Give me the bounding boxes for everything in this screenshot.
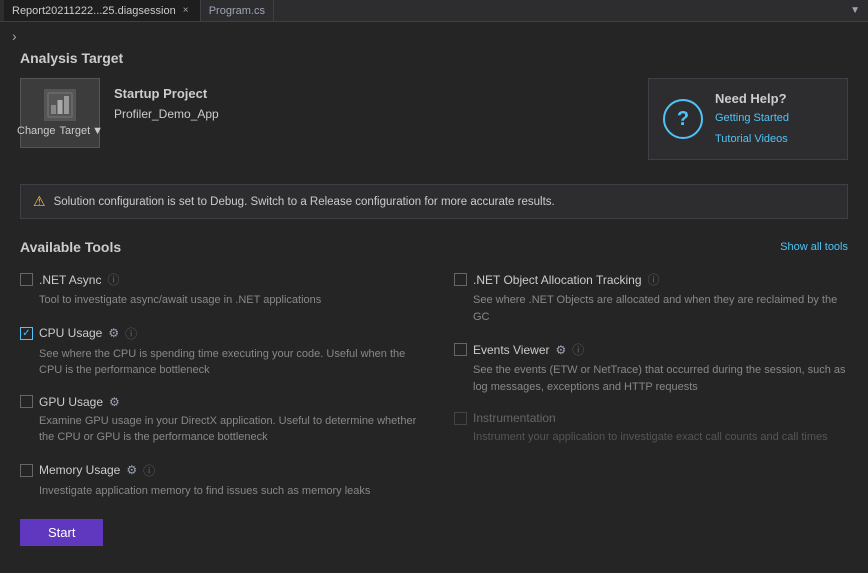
- tool-cpu-usage-name: CPU Usage: [39, 326, 102, 340]
- need-help-title: Need Help?: [715, 91, 789, 106]
- tool-dotnet-async-info-icon[interactable]: ⓘ: [107, 271, 119, 288]
- tool-cpu-usage-checkbox[interactable]: [20, 327, 33, 340]
- tool-column-left: .NET Async ⓘ Tool to investigate async/a…: [20, 263, 434, 507]
- tools-grid: .NET Async ⓘ Tool to investigate async/a…: [0, 263, 868, 507]
- tool-dotnet-object-allocation-header: .NET Object Allocation Tracking ⓘ: [454, 271, 848, 288]
- tool-events-viewer-gear-icon[interactable]: ⚙: [555, 343, 566, 357]
- tool-gpu-usage-header: GPU Usage ⚙: [20, 395, 422, 409]
- tool-cpu-usage-desc: See where the CPU is spending time execu…: [20, 346, 422, 379]
- change-target-icon: [44, 89, 76, 121]
- project-name: Profiler_Demo_App: [114, 107, 219, 121]
- tool-instrumentation-desc: Instrument your application to investiga…: [454, 429, 848, 446]
- change-target-label: Change Target ▼: [17, 125, 103, 137]
- change-target-button[interactable]: Change Target ▼: [20, 78, 100, 148]
- tool-events-viewer-checkbox[interactable]: [454, 343, 467, 356]
- tool-events-viewer-desc: See the events (ETW or NetTrace) that oc…: [454, 362, 848, 395]
- tool-events-viewer-name: Events Viewer: [473, 343, 549, 357]
- warning-text: Solution configuration is set to Debug. …: [54, 196, 555, 208]
- tool-dotnet-async-name: .NET Async: [39, 273, 101, 287]
- bottom-bar: Start: [0, 507, 868, 558]
- show-all-tools-link[interactable]: Show all tools: [780, 241, 848, 253]
- tools-title: Available Tools: [20, 239, 121, 255]
- tool-dotnet-async-checkbox[interactable]: [20, 273, 33, 286]
- tool-instrumentation-checkbox[interactable]: [454, 412, 467, 425]
- tool-instrumentation: Instrumentation Instrument your applicat…: [434, 403, 848, 454]
- tab-program-cs[interactable]: Program.cs: [201, 0, 274, 21]
- warning-bar: ⚠ Solution configuration is set to Debug…: [20, 184, 848, 219]
- help-icon: ?: [663, 99, 703, 139]
- getting-started-link[interactable]: Getting Started: [715, 110, 789, 127]
- tool-memory-usage-info-icon[interactable]: ⓘ: [143, 462, 155, 479]
- tool-events-viewer-header: Events Viewer ⚙ ⓘ: [454, 341, 848, 358]
- warning-icon: ⚠: [33, 193, 46, 210]
- title-bar: Report20211222...25.diagsession × Progra…: [0, 0, 868, 22]
- tool-instrumentation-header: Instrumentation: [454, 411, 848, 425]
- tool-dotnet-object-allocation-name: .NET Object Allocation Tracking: [473, 273, 642, 287]
- tool-dotnet-async-desc: Tool to investigate async/await usage in…: [20, 292, 422, 309]
- tool-column-right: .NET Object Allocation Tracking ⓘ See wh…: [434, 263, 848, 507]
- tool-memory-usage: Memory Usage ⚙ ⓘ Investigate application…: [20, 454, 434, 508]
- analysis-target-title: Analysis Target: [20, 50, 848, 66]
- tool-dotnet-object-allocation-info-icon[interactable]: ⓘ: [648, 271, 660, 288]
- tool-memory-usage-desc: Investigate application memory to find i…: [20, 483, 422, 500]
- tab-overflow-arrow[interactable]: ▼: [846, 5, 864, 16]
- startup-info: Startup Project Profiler_Demo_App: [114, 78, 219, 121]
- start-button[interactable]: Start: [20, 519, 103, 546]
- tool-dotnet-object-allocation-desc: See where .NET Objects are allocated and…: [454, 292, 848, 325]
- need-help-block: ? Need Help? Getting Started Tutorial Vi…: [648, 78, 848, 160]
- tool-events-viewer-info-icon[interactable]: ⓘ: [572, 341, 584, 358]
- analysis-target-section: Analysis Target Change: [0, 50, 868, 176]
- tool-memory-usage-name: Memory Usage: [39, 463, 120, 477]
- tool-cpu-usage-header: CPU Usage ⚙ ⓘ: [20, 325, 422, 342]
- expand-chevron[interactable]: ›: [12, 28, 17, 44]
- need-help-text: Need Help? Getting Started Tutorial Vide…: [715, 91, 789, 147]
- tab-diagsession-label: Report20211222...25.diagsession: [12, 5, 176, 17]
- tool-memory-usage-gear-icon[interactable]: ⚙: [126, 463, 137, 477]
- tool-memory-usage-header: Memory Usage ⚙ ⓘ: [20, 462, 422, 479]
- tool-events-viewer: Events Viewer ⚙ ⓘ See the events (ETW or…: [434, 333, 848, 403]
- tutorial-videos-link[interactable]: Tutorial Videos: [715, 131, 789, 148]
- tool-gpu-usage: GPU Usage ⚙ Examine GPU usage in your Di…: [20, 387, 434, 454]
- tab-list: Report20211222...25.diagsession × Progra…: [4, 0, 274, 21]
- tool-dotnet-async: .NET Async ⓘ Tool to investigate async/a…: [20, 263, 434, 317]
- tool-cpu-usage-gear-icon[interactable]: ⚙: [108, 326, 119, 340]
- main-content: › Analysis Target Cha: [0, 22, 868, 573]
- tool-gpu-usage-desc: Examine GPU usage in your DirectX applic…: [20, 413, 422, 446]
- chevron-row: ›: [0, 22, 868, 50]
- tab-diagsession-close[interactable]: ×: [180, 5, 192, 17]
- tool-instrumentation-name: Instrumentation: [473, 411, 556, 425]
- tool-cpu-usage-info-icon[interactable]: ⓘ: [125, 325, 137, 342]
- tool-memory-usage-checkbox[interactable]: [20, 464, 33, 477]
- tool-gpu-usage-checkbox[interactable]: [20, 395, 33, 408]
- tab-diagsession[interactable]: Report20211222...25.diagsession ×: [4, 0, 201, 21]
- tool-dotnet-async-header: .NET Async ⓘ: [20, 271, 422, 288]
- tools-header: Available Tools Show all tools: [0, 227, 868, 263]
- startup-project-block: Change Target ▼ Startup Project Profiler…: [20, 78, 219, 148]
- tab-program-cs-label: Program.cs: [209, 5, 265, 17]
- tool-cpu-usage: CPU Usage ⚙ ⓘ See where the CPU is spend…: [20, 317, 434, 387]
- tool-gpu-usage-name: GPU Usage: [39, 395, 103, 409]
- tool-dotnet-object-allocation-checkbox[interactable]: [454, 273, 467, 286]
- tool-dotnet-object-allocation: .NET Object Allocation Tracking ⓘ See wh…: [434, 263, 848, 333]
- tool-gpu-usage-gear-icon[interactable]: ⚙: [109, 395, 120, 409]
- analysis-target-row: Change Target ▼ Startup Project Profiler…: [20, 78, 848, 160]
- startup-project-label: Startup Project: [114, 86, 219, 101]
